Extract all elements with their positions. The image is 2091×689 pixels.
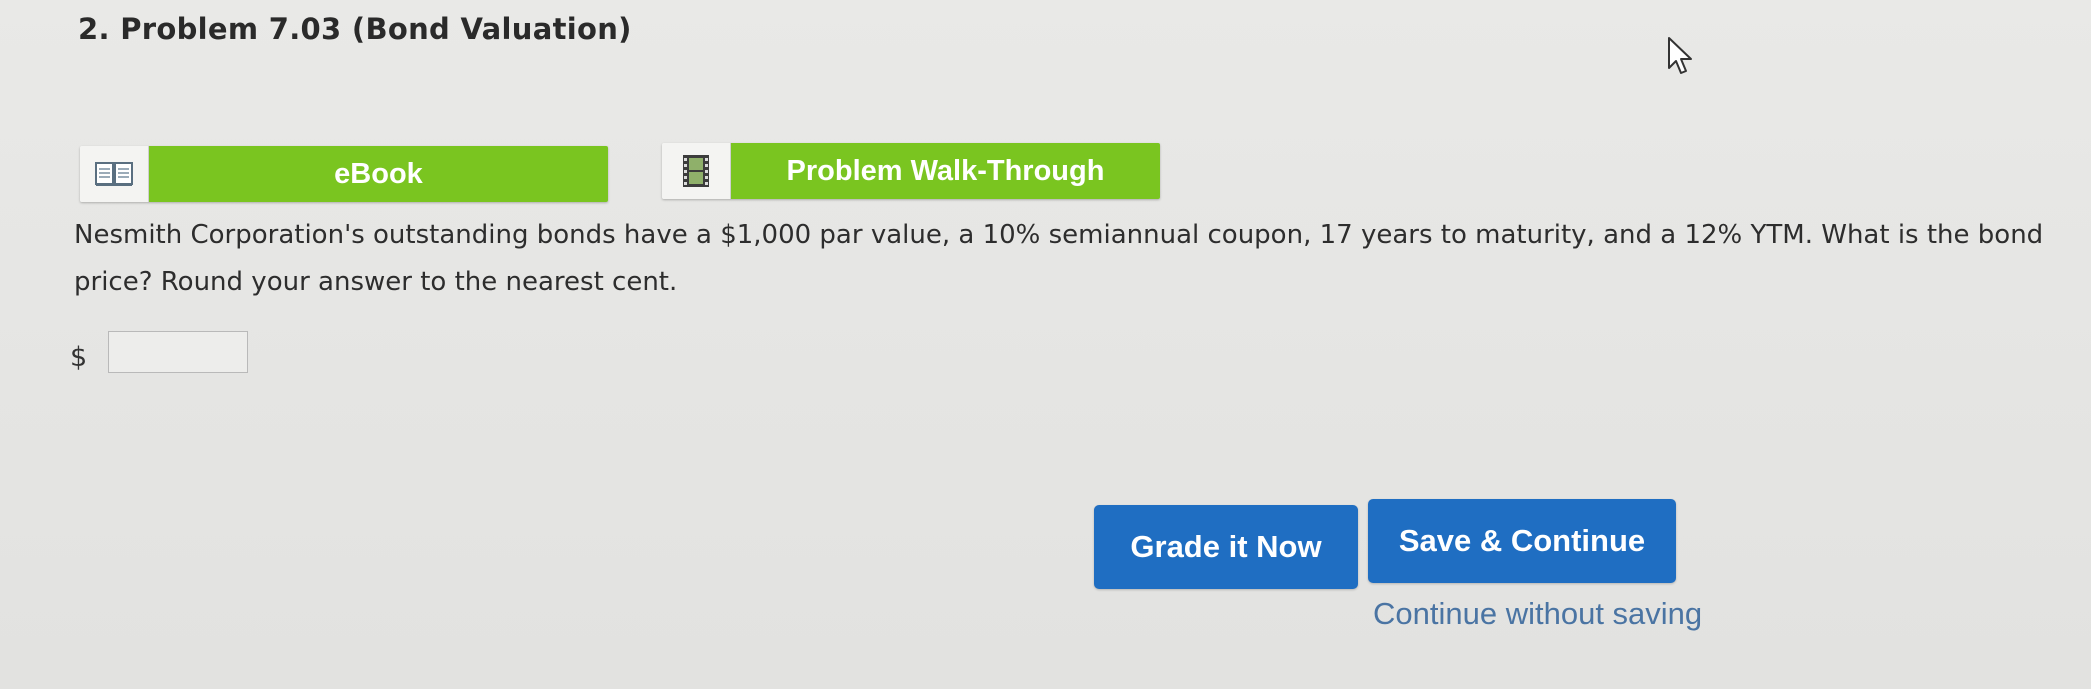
page: 2. Problem 7.03 (Bond Valuation) eBook P… [0,0,2091,689]
currency-symbol: $ [70,342,88,373]
question-line-2: price? Round your answer to the nearest … [74,267,678,297]
ebook-label: eBook [149,146,608,202]
continue-without-saving-link[interactable]: Continue without saving [1373,596,1702,632]
problem-walkthrough-label: Problem Walk-Through [731,143,1160,199]
problem-walkthrough-button[interactable]: Problem Walk-Through [662,143,1160,199]
answer-input[interactable] [108,331,248,373]
save-and-continue-button[interactable]: Save & Continue [1368,499,1676,583]
question-text: Nesmith Corporation's outstanding bonds … [74,212,2084,306]
grade-it-now-button[interactable]: Grade it Now [1094,505,1358,589]
page-title: 2. Problem 7.03 (Bond Valuation) [78,12,632,46]
film-icon [662,143,731,199]
question-line-1: Nesmith Corporation's outstanding bonds … [74,220,2044,250]
book-icon [80,146,149,202]
mouse-pointer-icon [1668,37,1692,74]
ebook-button[interactable]: eBook [80,146,608,202]
